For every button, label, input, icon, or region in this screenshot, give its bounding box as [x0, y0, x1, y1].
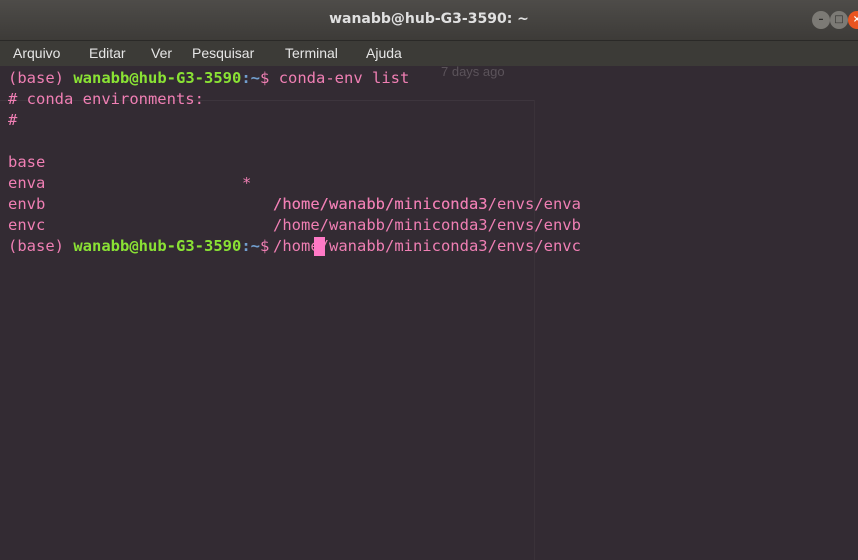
prompt-user: wanabb@hub-G3-3590	[73, 69, 242, 87]
output-hash: #	[8, 111, 18, 129]
env-row: base * /home/wanabb/miniconda3	[8, 131, 488, 213]
prompt-env: (base)	[8, 237, 64, 255]
prompt-user: wanabb@hub-G3-3590	[73, 237, 242, 255]
env-name: envc	[8, 216, 46, 234]
prompt-path: :~	[241, 237, 260, 255]
prompt-line-1: (base) wanabb@hub-G3-3590:~$ conda-env l…	[8, 68, 409, 89]
menu-pesquisar[interactable]: Pesquisar	[192, 45, 254, 61]
close-icon: ×	[852, 14, 858, 25]
minimize-button[interactable]: –	[812, 11, 830, 29]
title-bar[interactable]: wanabb@hub-G3-3590: ~ – □ ×	[0, 0, 858, 41]
prompt-sign: $	[260, 237, 270, 255]
terminal-window: wanabb@hub-G3-3590: ~ – □ × Arquivo Edit…	[0, 0, 858, 560]
window-title: wanabb@hub-G3-3590: ~	[329, 11, 529, 27]
output-header: # conda environments:	[8, 90, 204, 108]
menu-ver[interactable]: Ver	[151, 45, 172, 61]
prompt-env: (base)	[8, 69, 64, 87]
prompt-path: :~	[241, 69, 260, 87]
env-active: *	[242, 174, 252, 192]
command-text: conda-env list	[278, 69, 410, 87]
env-path: /home/wanabb/miniconda3/envs/envb	[273, 216, 581, 234]
terminal-output[interactable]: (base) wanabb@hub-G3-3590:~$ conda-env l…	[8, 67, 858, 560]
maximize-icon: □	[834, 14, 844, 25]
prompt-line-2: (base) wanabb@hub-G3-3590:~$	[8, 236, 269, 257]
menu-bar: Arquivo Editar Ver Pesquisar Terminal Aj…	[0, 41, 858, 66]
terminal-cursor	[314, 237, 325, 256]
menu-editar[interactable]: Editar	[89, 45, 126, 61]
menu-terminal[interactable]: Terminal	[285, 45, 338, 61]
env-path: /home/wanabb/miniconda3/envs/enva	[273, 195, 581, 213]
menu-arquivo[interactable]: Arquivo	[13, 45, 60, 61]
env-row: enva /home/wanabb/miniconda3/envs/enva	[8, 152, 581, 213]
close-button[interactable]: ×	[848, 11, 858, 29]
env-row: envc /home/wanabb/miniconda3/envs/envc	[8, 194, 581, 255]
env-row: envb /home/wanabb/miniconda3/envs/envb	[8, 173, 581, 234]
prompt-sign: $	[260, 69, 270, 87]
menu-ajuda[interactable]: Ajuda	[366, 45, 402, 61]
minimize-icon: –	[818, 14, 824, 25]
maximize-button[interactable]: □	[830, 11, 848, 29]
